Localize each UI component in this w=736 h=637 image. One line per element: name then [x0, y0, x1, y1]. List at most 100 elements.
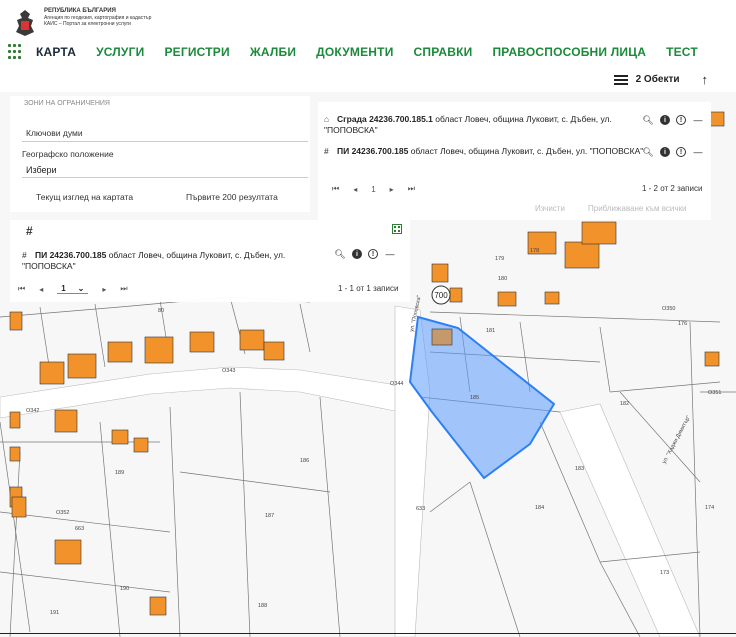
selected-panel: # # ПИ 24236.700.185 област Ловеч, община…: [10, 220, 410, 302]
label-o351: О351: [708, 390, 721, 396]
logo-line-3: КАИС – Портал за електронни услуги: [44, 21, 131, 27]
last-page-icon[interactable]: ⏭: [408, 184, 415, 194]
selected-pager: ⏮ ◂ 1 ⌄ ▸ ⏭: [18, 284, 142, 294]
result-code: ПИ 24236.700.185: [337, 146, 409, 156]
next-page-icon[interactable]: ▸: [102, 285, 106, 294]
header: РЕПУБЛИКА БЪЛГАРИЯ Агенция по геодезия, …: [0, 0, 736, 92]
label-p190: 190: [120, 586, 129, 592]
label-o344: О344: [390, 381, 403, 387]
street-number-700: 700: [434, 291, 448, 300]
result-code: Сграда 24236.700.185.1: [337, 114, 433, 124]
details-icon[interactable]: !: [368, 249, 378, 259]
zones-section-title[interactable]: ЗОНИ НА ОГРАНИЧЕНИЯ: [24, 100, 110, 107]
last-page-icon[interactable]: ⏭: [120, 284, 127, 294]
parcel-icon: #: [22, 250, 27, 260]
label-p189: 189: [115, 470, 124, 476]
objects-toggle[interactable]: 2 Обекти ↑: [613, 72, 709, 87]
nav-item-registers[interactable]: РЕГИСТРИ: [164, 45, 229, 59]
label-p188: 188: [258, 603, 267, 609]
label-o343: О343: [222, 368, 235, 374]
clear-button[interactable]: Изчисти: [535, 204, 565, 213]
crest-icon: [16, 10, 34, 36]
chevron-down-icon: ⌄: [77, 284, 85, 293]
selected-code: ПИ 24236.700.185: [35, 250, 107, 260]
row-actions: 🔍︎ i ! —: [636, 114, 704, 126]
info-icon[interactable]: i: [352, 249, 362, 259]
label-p179: 179: [495, 256, 504, 262]
prev-page-icon[interactable]: ◂: [39, 285, 43, 294]
nav-item-references[interactable]: СПРАВКИ: [414, 45, 473, 59]
apps-grid-icon[interactable]: [8, 44, 24, 60]
label-p80: 80: [158, 308, 164, 314]
label-o350: О350: [662, 306, 675, 312]
logo[interactable]: РЕПУБЛИКА БЪЛГАРИЯ Агенция по геодезия, …: [10, 8, 151, 38]
arrow-up-icon[interactable]: ↑: [702, 72, 709, 87]
result-row-building[interactable]: ⌂ Сграда 24236.700.185.1 област Ловеч, об…: [324, 114, 644, 136]
nav-item-licensed-persons[interactable]: ПРАВОСПОСОБНИ ЛИЦА: [492, 45, 646, 59]
prev-page-icon[interactable]: ◂: [353, 185, 357, 194]
geo-select-field[interactable]: [22, 160, 308, 178]
search-icon[interactable]: 🔍︎: [642, 146, 654, 158]
parcel-grid-icon: #: [26, 224, 33, 238]
first-page-icon[interactable]: ⏮: [18, 284, 25, 294]
results-count: 1 - 2 от 2 записи: [642, 184, 703, 193]
main-nav: КАРТА УСЛУГИ РЕГИСТРИ ЖАЛБИ ДОКУМЕНТИ СП…: [8, 42, 718, 62]
search-icon[interactable]: 🔍︎: [642, 114, 654, 126]
label-p182: 182: [620, 401, 629, 407]
info-icon[interactable]: i: [660, 115, 670, 125]
nav-item-map[interactable]: КАРТА: [36, 45, 76, 59]
minus-icon[interactable]: —: [692, 114, 704, 126]
label-p186: 186: [300, 458, 309, 464]
label-p178: 178: [530, 248, 539, 254]
nav-item-services[interactable]: УСЛУГИ: [96, 45, 144, 59]
parcel-icon: #: [324, 146, 329, 156]
nav-item-complaints[interactable]: ЖАЛБИ: [250, 45, 296, 59]
building-icon: ⌂: [324, 114, 330, 124]
search-icon[interactable]: 🔍︎: [334, 248, 346, 260]
label-p181: 181: [486, 328, 495, 334]
label-p174: 174: [705, 505, 714, 511]
label-p176: 176: [678, 321, 687, 327]
result-address: област Ловеч, община Луковит, с. Дъбен, …: [410, 146, 644, 156]
result-row-parcel[interactable]: # ПИ 24236.700.185 област Ловеч, община Л…: [324, 146, 644, 157]
info-icon[interactable]: i: [660, 147, 670, 157]
minus-icon[interactable]: —: [384, 248, 396, 260]
geo-label: Географско положение: [22, 149, 114, 159]
minus-icon[interactable]: —: [692, 146, 704, 158]
selected-count: 1 - 1 от 1 записи: [338, 284, 399, 293]
label-p180: 180: [498, 276, 507, 282]
select-all-icon[interactable]: [392, 224, 402, 234]
page-divider: [0, 633, 736, 634]
page-number[interactable]: 1: [371, 185, 375, 194]
label-p173: 173: [660, 570, 669, 576]
keywords-input[interactable]: [22, 124, 308, 142]
first-page-icon[interactable]: ⏮: [332, 184, 339, 194]
next-page-icon[interactable]: ▸: [390, 185, 394, 194]
option-current-view[interactable]: Текущ изглед на картата: [36, 192, 133, 202]
row-actions: 🔍︎ i ! —: [636, 146, 704, 158]
label-o342: О342: [26, 408, 39, 414]
menu-icon[interactable]: [613, 73, 628, 87]
details-icon[interactable]: !: [676, 115, 686, 125]
label-p187: 187: [265, 513, 274, 519]
label-p185: 185: [470, 395, 479, 401]
label-p183: 183: [575, 466, 584, 472]
objects-count: 2 Обекти: [635, 74, 680, 85]
details-icon[interactable]: !: [676, 147, 686, 157]
selected-row[interactable]: # ПИ 24236.700.185 област Ловеч, община Л…: [22, 250, 322, 272]
page-select[interactable]: 1 ⌄: [57, 284, 89, 294]
option-first-200[interactable]: Първите 200 резултата: [186, 192, 278, 202]
row-actions: 🔍︎ i ! —: [328, 248, 396, 260]
label-p663: 663: [75, 526, 84, 532]
results-pager: ⏮ ◂ 1 ▸ ⏭: [332, 184, 429, 194]
label-p191: 191: [50, 610, 59, 616]
nav-item-documents[interactable]: ДОКУМЕНТИ: [316, 45, 393, 59]
zoom-all-button[interactable]: Приближаване към всички: [588, 204, 687, 213]
label-o352: О352: [56, 510, 69, 516]
page-number: 1: [61, 284, 66, 293]
label-p184: 184: [535, 505, 544, 511]
search-panel: ЗОНИ НА ОГРАНИЧЕНИЯ Ключови думи Географ…: [10, 96, 310, 212]
label-p633: 633: [416, 506, 425, 512]
results-panel: ⌂ Сграда 24236.700.185.1 област Ловеч, об…: [318, 102, 711, 220]
nav-item-test[interactable]: ТЕСТ: [666, 45, 698, 59]
